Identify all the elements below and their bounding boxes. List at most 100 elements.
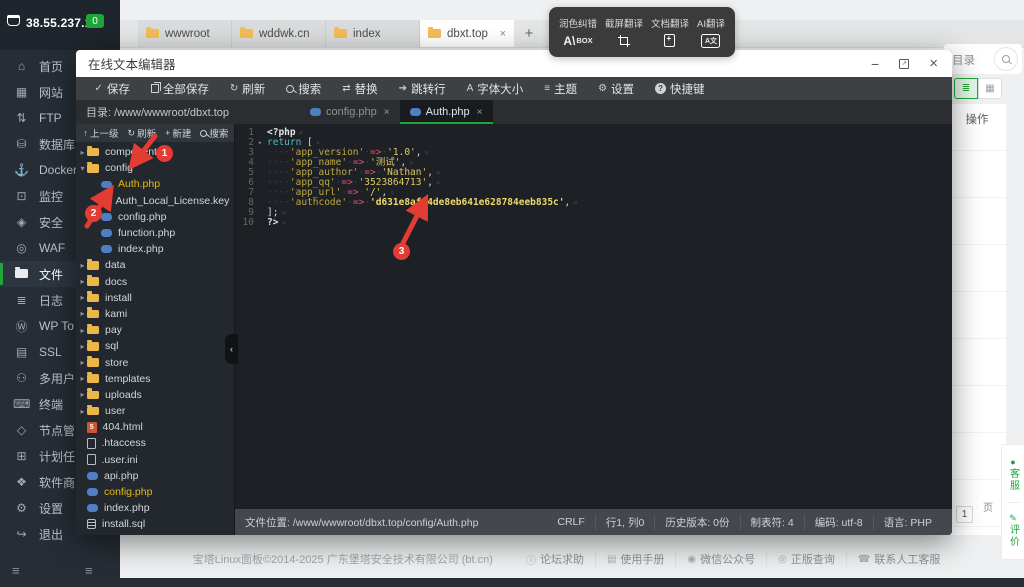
grid-view-toggle[interactable]: ▦ [978,78,1002,99]
file-tab-dbxt.top[interactable]: dbxt.top× [420,20,514,47]
tree-item-user[interactable]: ▸user [76,403,234,419]
close-icon[interactable]: × [500,28,506,40]
fm-search-button[interactable] [994,47,1018,71]
tree-item-index.php[interactable]: index.php [76,241,234,257]
chevron-right-icon[interactable]: ▸ [78,407,87,416]
footer-link-support[interactable]: ☎联系人工客服 [846,551,951,567]
close-icon[interactable]: × [929,58,938,70]
translate-tool-screenshot-translate[interactable]: 截屏翻译 [605,16,643,48]
editor-toolbar-hotkeys[interactable]: ?快捷键 [645,77,716,100]
editor-path-bar: 目录: /www/wwwroot/dbxt.top config.php×Aut… [76,100,952,124]
replace-icon: ⇄ [342,83,350,94]
document-plus-icon: + [664,33,675,48]
close-icon[interactable]: × [477,107,483,118]
translate-tool-polish[interactable]: 润色纠错A\BOX [559,16,597,48]
tree-item-pay[interactable]: ▸pay [76,322,234,338]
editor-toolbar-goto-line[interactable]: ➔跳转行 [388,77,456,100]
side-button-customer-service[interactable]: ●客服 [1006,457,1021,492]
collapse-menu-icon[interactable]: ≡ [12,563,20,578]
chevron-right-icon[interactable]: ▸ [78,358,87,367]
editor-toolbar-label: 全部保存 [163,81,209,97]
footer-link-license-check[interactable]: ◎正版查询 [766,551,846,567]
chevron-right-icon[interactable]: ▸ [78,148,87,157]
editor-toolbar-theme[interactable]: ≡主题 [534,77,588,100]
tree-toolbar-new[interactable]: +新建 [161,126,196,140]
editor-tab-config.php[interactable]: config.php× [300,100,400,124]
fold-caret-icon[interactable]: ▾ [258,138,262,148]
folder-icon [87,277,99,286]
chevron-right-icon[interactable]: ▸ [78,374,87,383]
chevron-right-icon[interactable]: ▸ [78,326,87,335]
tree-item-kami[interactable]: ▸kami [76,306,234,322]
tree-item-data[interactable]: ▸data [76,257,234,273]
tree-item-component[interactable]: ▸component [76,144,234,160]
translate-tool-document-translate[interactable]: 文档翻译+ [651,16,689,48]
footer-link-manual[interactable]: ▤使用手册 [595,551,675,567]
editor-toolbar-save[interactable]: ✓保存 [84,77,140,100]
translate-tool-ai-translate[interactable]: AI翻译A文 [697,16,725,48]
sidebar-item-label: 监控 [39,188,63,205]
new-tab-button[interactable]: + [514,20,544,47]
maximize-icon[interactable]: ↗ [899,59,909,69]
tree-item-install.sql[interactable]: install.sql [76,516,234,532]
footer-link-forum-help[interactable]: ⓘ论坛求助 [515,551,595,567]
footer: 宝塔Linux面板©2014-2025 广东堡塔安全技术有限公司 (bt.cn)… [120,545,1024,573]
chevron-right-icon[interactable]: ▸ [78,390,87,399]
status-segments: CRLF行1, 列0历史版本: 0份制表符: 4编码: utf-8语言: PHP [547,515,942,530]
menu-icon[interactable]: ≡ [85,563,93,578]
tree-item-Auth_Local_License.key[interactable]: Auth_Local_License.key [76,193,234,209]
code-editor[interactable]: 12▾345678910 <?php¤return [¤····'app_ver… [235,124,952,509]
close-icon[interactable]: × [384,107,390,118]
tree-item-uploads[interactable]: ▸uploads [76,387,234,403]
tree-item-label: .user.ini [102,454,138,466]
tree-toolbar-search[interactable]: 搜索 [196,126,233,140]
editor-toolbar-refresh[interactable]: ↻刷新 [219,77,275,100]
chevron-down-icon[interactable]: ▾ [78,164,87,173]
tree-item-function.php[interactable]: function.php [76,225,234,241]
tree-item-config[interactable]: ▾config [76,160,234,176]
file-tab-wwwroot[interactable]: wwwroot [138,20,232,47]
side-button-feedback[interactable]: ✎评价 [1006,513,1021,548]
sql-file-icon [87,519,96,529]
tree-item-Auth.php[interactable]: Auth.php [76,176,234,192]
tree-item-404.html[interactable]: 5404.html [76,419,234,435]
pagination-page-1[interactable]: 1 [956,506,973,523]
ai-box-icon: A文 [701,33,720,48]
tree-item-store[interactable]: ▸store [76,354,234,370]
tree-item-docs[interactable]: ▸docs [76,274,234,290]
tree-item-install[interactable]: ▸install [76,290,234,306]
tree-item-.htaccess[interactable]: .htaccess [76,435,234,451]
editor-toolbar-replace[interactable]: ⇄替换 [332,77,388,100]
message-count-badge[interactable]: 0 [86,14,104,28]
editor-file-tabs: config.php×Auth.php× [300,100,493,124]
tree-item-.user.ini[interactable]: .user.ini [76,452,234,468]
list-view-toggle[interactable]: ≣ [954,78,978,99]
chevron-right-icon[interactable]: ▸ [78,309,87,318]
footer-link-wechat[interactable]: ◉微信公众号 [675,551,766,567]
tree-item-templates[interactable]: ▸templates [76,371,234,387]
editor-toolbar-search[interactable]: 搜索 [276,77,332,100]
editor-toolbar-font-size[interactable]: A字体大小 [456,77,534,100]
tree-collapse-handle[interactable]: ‹ [225,334,238,364]
sidebar-item-label: 数据库 [39,136,75,153]
tree-item-api.php[interactable]: api.php [76,468,234,484]
sidebar-item-label: 终端 [39,396,63,413]
tree-item-config.php[interactable]: config.php [76,484,234,500]
gear-icon: ⚙ [13,501,30,515]
chevron-right-icon[interactable]: ▸ [78,277,87,286]
chevron-right-icon[interactable]: ▸ [78,342,87,351]
tree-item-index.php[interactable]: index.php [76,500,234,516]
editor-title-bar[interactable]: 在线文本编辑器 − ↗ × [76,50,952,77]
chevron-right-icon[interactable]: ▸ [78,293,87,302]
editor-toolbar-settings[interactable]: ⚙设置 [588,77,645,100]
website-icon: ▦ [13,85,30,99]
file-tab-index[interactable]: index [326,20,420,47]
editor-toolbar-save-all[interactable]: 全部保存 [140,77,219,100]
tree-toolbar-refresh[interactable]: ↻刷新 [123,126,161,140]
editor-tab-Auth.php[interactable]: Auth.php× [400,100,493,124]
minimize-icon[interactable]: − [871,59,879,69]
tree-toolbar-up[interactable]: ↑上一级 [79,126,123,140]
chevron-right-icon[interactable]: ▸ [78,261,87,270]
file-tab-wddwk.cn[interactable]: wddwk.cn [232,20,326,47]
tree-item-sql[interactable]: ▸sql [76,338,234,354]
